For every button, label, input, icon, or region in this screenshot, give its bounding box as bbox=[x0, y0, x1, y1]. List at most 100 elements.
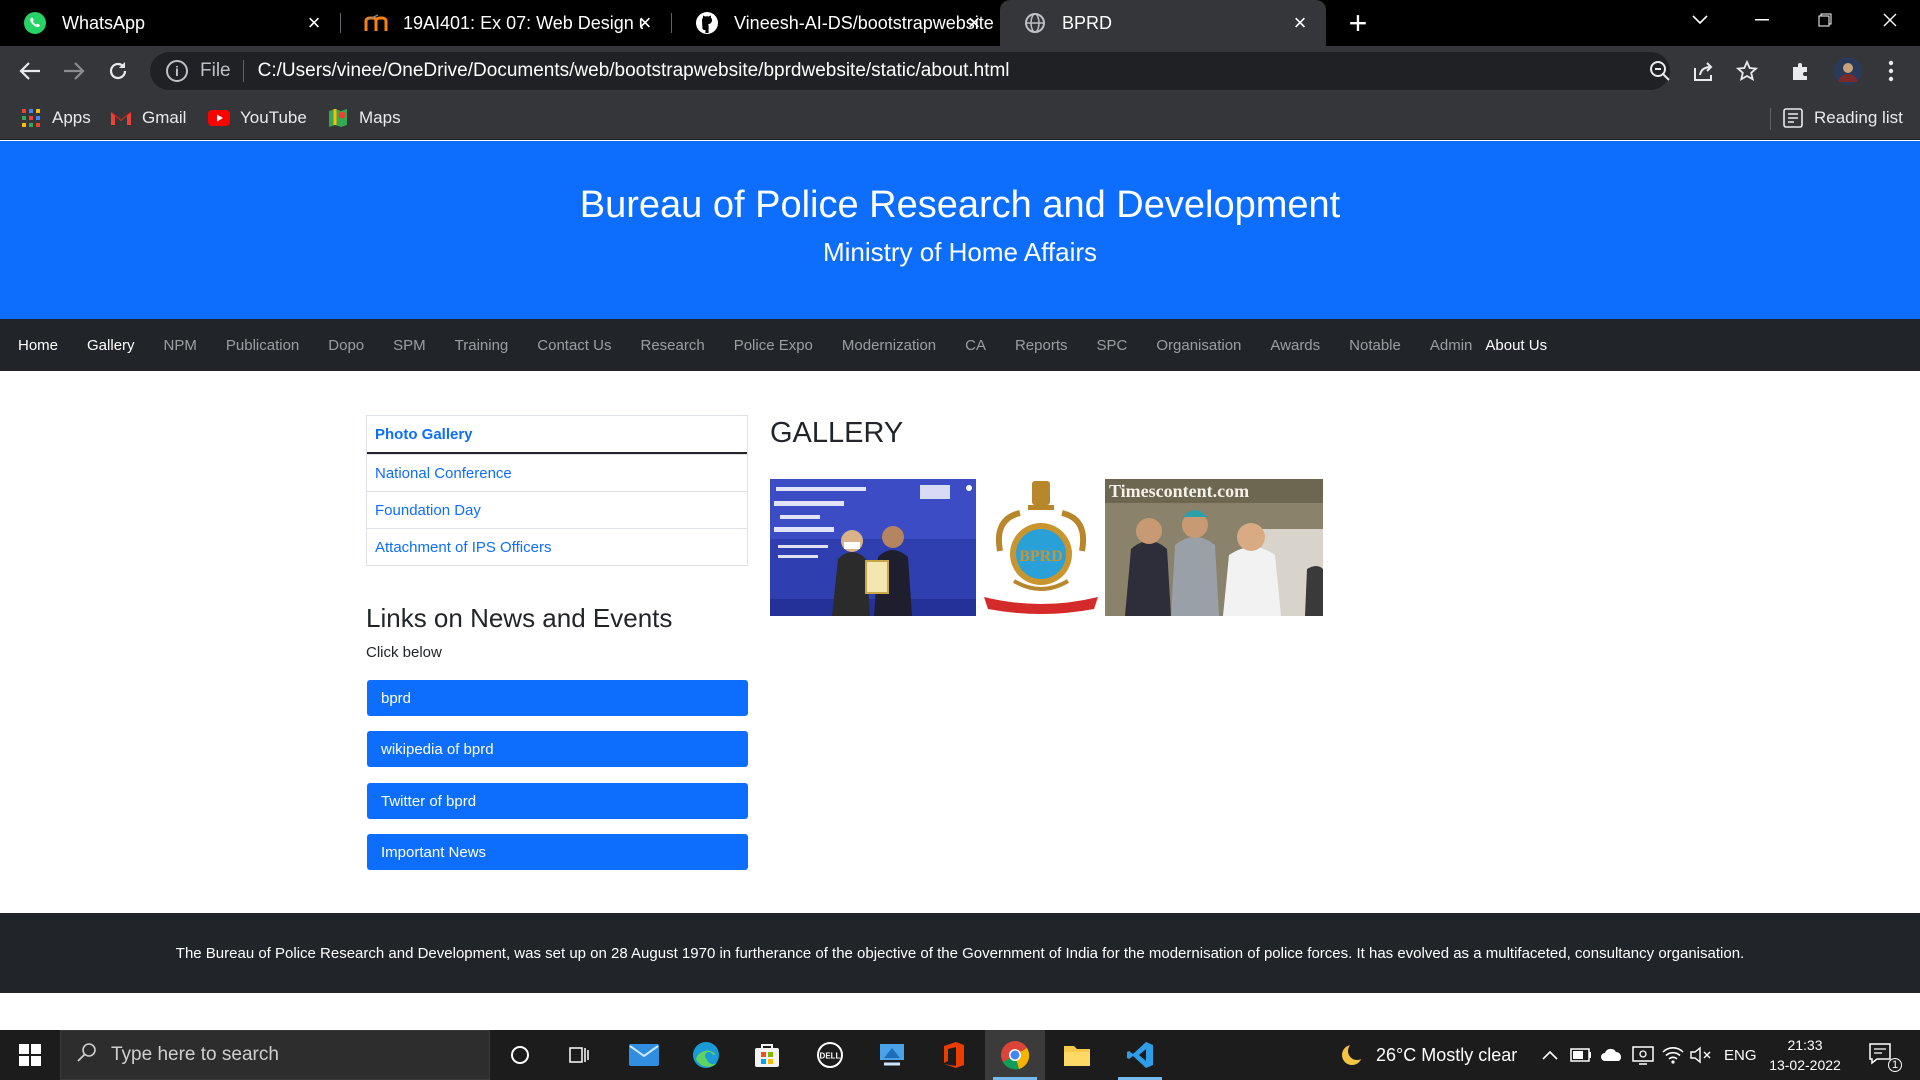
reading-list-button[interactable]: Reading list bbox=[1782, 96, 1903, 140]
bookmark-apps[interactable]: Apps bbox=[20, 96, 91, 140]
nav-publication[interactable]: Publication bbox=[226, 337, 299, 354]
gallery-image-bprd-emblem[interactable]: BPRD bbox=[980, 479, 1102, 616]
divider bbox=[242, 60, 244, 82]
news-subtext: Click below bbox=[366, 644, 442, 661]
tab-whatsapp[interactable]: WhatsApp × bbox=[0, 0, 340, 46]
svg-text:DELL: DELL bbox=[820, 1052, 841, 1061]
link-button-twitter[interactable]: Twitter of bprd bbox=[367, 783, 748, 819]
github-icon bbox=[694, 10, 720, 36]
address-bar[interactable]: i File C:/Users/vinee/OneDrive/Documents… bbox=[150, 52, 1670, 90]
onedrive-cloud-icon[interactable] bbox=[1600, 1030, 1624, 1080]
link-button-wikipedia[interactable]: wikipedia of bprd bbox=[367, 731, 748, 767]
nav-about-us[interactable]: About Us bbox=[1485, 337, 1547, 354]
close-window-icon[interactable] bbox=[1862, 0, 1918, 40]
battery-icon[interactable] bbox=[1570, 1030, 1592, 1080]
list-item-attachment-ips[interactable]: Attachment of IPS Officers bbox=[367, 528, 747, 565]
clock-time: 21:33 bbox=[1787, 1037, 1823, 1053]
footer-text: The Bureau of Police Research and Develo… bbox=[175, 944, 1745, 962]
wifi-icon[interactable] bbox=[1662, 1030, 1684, 1080]
list-item-photo-gallery[interactable]: Photo Gallery bbox=[367, 416, 747, 454]
moon-weather-icon bbox=[1342, 1042, 1366, 1065]
weather-widget[interactable]: 26°C Mostly clear bbox=[1340, 1030, 1517, 1080]
dell-icon[interactable]: DELL bbox=[800, 1030, 860, 1080]
nav-npm[interactable]: NPM bbox=[164, 337, 197, 354]
windows-start-button[interactable] bbox=[0, 1030, 60, 1080]
taskbar-search-box[interactable]: Type here to search bbox=[60, 1030, 490, 1080]
clock-date: 13-02-2022 bbox=[1769, 1057, 1841, 1073]
zoom-search-icon[interactable] bbox=[1647, 58, 1673, 84]
url-text[interactable]: C:/Users/vinee/OneDrive/Documents/web/bo… bbox=[258, 60, 1010, 82]
close-icon[interactable]: × bbox=[302, 10, 326, 35]
minimize-icon[interactable] bbox=[1734, 0, 1790, 40]
file-explorer-icon[interactable] bbox=[1047, 1030, 1107, 1080]
nav-contact-us[interactable]: Contact Us bbox=[537, 337, 611, 354]
site-footer: The Bureau of Police Research and Develo… bbox=[0, 913, 1920, 993]
close-icon[interactable]: × bbox=[962, 10, 986, 35]
microsoft-store-icon[interactable] bbox=[737, 1030, 797, 1080]
cortana-icon[interactable] bbox=[490, 1030, 550, 1080]
taskbar-clock[interactable]: 21:33 13-02-2022 bbox=[1760, 1035, 1850, 1075]
list-item-foundation-day[interactable]: Foundation Day bbox=[367, 491, 747, 528]
nav-modernization[interactable]: Modernization bbox=[842, 337, 936, 354]
restore-icon[interactable] bbox=[1797, 0, 1853, 40]
nav-organisation[interactable]: Organisation bbox=[1156, 337, 1241, 354]
tab-search-chevron-icon[interactable] bbox=[1672, 0, 1728, 40]
nav-gallery[interactable]: Gallery bbox=[87, 337, 135, 354]
notification-center-icon[interactable]: 1 bbox=[1868, 1030, 1902, 1080]
new-tab-plus-icon[interactable]: + bbox=[1343, 7, 1373, 39]
bookmark-label: Gmail bbox=[142, 108, 187, 127]
device-sync-icon[interactable] bbox=[1632, 1030, 1654, 1080]
nav-spc[interactable]: SPC bbox=[1097, 337, 1128, 354]
nav-research[interactable]: Research bbox=[640, 337, 704, 354]
tab-moodle[interactable]: 19AI401: Ex 07: Web Design usinɡ × bbox=[341, 0, 671, 46]
nav-dopo[interactable]: Dopo bbox=[328, 337, 364, 354]
back-arrow-icon[interactable] bbox=[14, 55, 46, 87]
reload-icon[interactable] bbox=[102, 55, 134, 87]
profile-avatar[interactable] bbox=[1832, 55, 1864, 87]
close-icon[interactable]: × bbox=[633, 10, 657, 35]
nav-admin[interactable]: Admin bbox=[1430, 337, 1473, 354]
link-button-important-news[interactable]: Important News bbox=[367, 834, 748, 870]
share-icon[interactable] bbox=[1690, 58, 1716, 84]
gallery-list-group: Photo Gallery National Conference Founda… bbox=[366, 415, 748, 566]
tab-github[interactable]: Vineesh-AI-DS/bootstrapwebsite × bbox=[672, 0, 1000, 46]
nav-ca[interactable]: CA bbox=[965, 337, 986, 354]
apps-grid-icon bbox=[20, 107, 42, 129]
url-scheme-label: File bbox=[200, 60, 231, 81]
list-item-national-conference[interactable]: National Conference bbox=[367, 454, 747, 491]
nav-notable[interactable]: Notable bbox=[1349, 337, 1401, 354]
forward-arrow-icon[interactable] bbox=[58, 55, 90, 87]
nav-awards[interactable]: Awards bbox=[1270, 337, 1320, 354]
chrome-taskbar-icon[interactable] bbox=[985, 1030, 1045, 1080]
gmail-icon bbox=[110, 107, 132, 129]
info-icon[interactable]: i bbox=[166, 60, 188, 82]
gallery-image-officers[interactable]: Timescontent.com bbox=[1105, 479, 1323, 616]
vscode-icon[interactable] bbox=[1110, 1030, 1170, 1080]
close-icon[interactable]: × bbox=[1288, 10, 1312, 35]
image-watermark: Timescontent.com bbox=[1109, 481, 1249, 501]
office-icon[interactable] bbox=[924, 1030, 984, 1080]
show-hidden-icons-chevron-icon[interactable] bbox=[1542, 1030, 1558, 1080]
nav-spm[interactable]: SPM bbox=[393, 337, 426, 354]
tab-title: Vineesh-AI-DS/bootstrapwebsite bbox=[734, 12, 994, 33]
search-icon bbox=[77, 1042, 97, 1068]
nav-police-expo[interactable]: Police Expo bbox=[734, 337, 813, 354]
volume-muted-icon[interactable] bbox=[1690, 1030, 1712, 1080]
edge-browser-icon[interactable] bbox=[676, 1030, 736, 1080]
nav-training[interactable]: Training bbox=[455, 337, 509, 354]
nav-home[interactable]: Home bbox=[18, 337, 58, 354]
nav-reports[interactable]: Reports bbox=[1015, 337, 1068, 354]
mail-icon[interactable] bbox=[614, 1030, 674, 1080]
tab-bprd[interactable]: BPRD × bbox=[1000, 0, 1326, 46]
link-button-bprd[interactable]: bprd bbox=[367, 680, 748, 716]
language-indicator[interactable]: ENG bbox=[1724, 1030, 1757, 1080]
gallery-image-award[interactable] bbox=[770, 479, 976, 616]
menu-kebab-icon[interactable] bbox=[1878, 58, 1904, 84]
task-view-icon[interactable] bbox=[550, 1030, 610, 1080]
bookmark-star-icon[interactable] bbox=[1734, 58, 1760, 84]
extensions-puzzle-icon[interactable] bbox=[1788, 58, 1814, 84]
bookmark-maps[interactable]: Maps bbox=[327, 96, 401, 140]
bookmark-youtube[interactable]: YouTube bbox=[208, 96, 307, 140]
remote-desktop-icon[interactable] bbox=[862, 1030, 922, 1080]
bookmark-gmail[interactable]: Gmail bbox=[110, 96, 186, 140]
